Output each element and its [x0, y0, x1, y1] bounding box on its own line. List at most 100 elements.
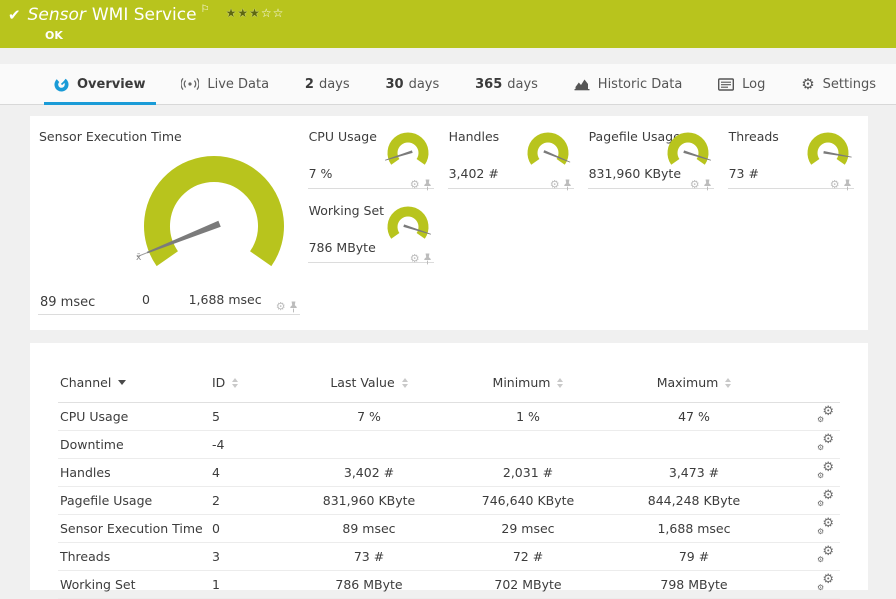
tab-log[interactable]: Log — [704, 64, 779, 104]
tab-count: 2 — [304, 76, 314, 92]
tab-settings[interactable]: ⚙ Settings — [787, 64, 890, 104]
channel-row: Working Set 1 786 MByte 702 MByte 798 MB… — [58, 570, 840, 599]
sensor-type-label: Sensor — [27, 5, 86, 25]
small-gauges-grid: CPU Usage 7 % ⚙ Handles 3,402 # ⚙ Pagefi… — [307, 124, 860, 322]
channels-table: Channel ID Last Value Minimum Maximum CP… — [58, 369, 840, 599]
channel-id: 1 — [210, 570, 294, 599]
column-header-last-value[interactable]: Last Value — [294, 369, 444, 403]
pin-icon[interactable] — [289, 301, 298, 313]
star-filled-icon[interactable]: ★ — [226, 6, 238, 20]
tab-historic-data[interactable]: Historic Data — [560, 64, 697, 104]
priority-stars[interactable]: ★★★☆☆ — [226, 5, 285, 20]
channel-minimum: 746,640 KByte — [444, 486, 612, 515]
channel-minimum: 2,031 # — [444, 458, 612, 487]
channel-maximum — [612, 430, 776, 459]
column-header-maximum[interactable]: Maximum — [612, 369, 776, 403]
pin-icon[interactable] — [843, 179, 852, 191]
star-empty-icon[interactable]: ☆ — [273, 6, 285, 20]
tab-count: 30 — [385, 76, 404, 92]
channel-last-value: 3,402 # — [294, 458, 444, 487]
tab-label: Log — [742, 76, 766, 92]
mean-marker: x̄ — [136, 253, 142, 263]
channel-settings-icon[interactable]: ⚙ ⚙ — [817, 573, 834, 592]
channel-minimum: 702 MByte — [444, 570, 612, 599]
tab-label: Historic Data — [597, 76, 683, 92]
pin-icon[interactable] — [423, 179, 432, 191]
tab-2-days[interactable]: 2 days — [291, 64, 364, 104]
column-header-id[interactable]: ID — [210, 369, 294, 403]
channels-panel: Channel ID Last Value Minimum Maximum CP… — [30, 343, 868, 599]
chart-icon — [574, 77, 590, 91]
pin-icon[interactable] — [423, 253, 432, 265]
gauge-chart[interactable] — [804, 132, 852, 176]
flag-icon[interactable]: ⚐ — [201, 4, 210, 15]
column-header-channel[interactable]: Channel — [58, 369, 210, 403]
gear-icon[interactable]: ⚙ — [830, 178, 840, 191]
gauge-value: 786 MByte — [308, 240, 376, 255]
channel-settings-icon[interactable]: ⚙ ⚙ — [817, 489, 834, 508]
gauge-value: 831,960 KByte — [588, 166, 682, 181]
sort-desc-icon — [118, 380, 127, 385]
star-filled-icon[interactable]: ★ — [249, 6, 261, 20]
sort-icon — [401, 378, 408, 388]
channel-name: Working Set — [58, 570, 210, 599]
gauge-chart[interactable] — [384, 206, 432, 250]
tab-label: Settings — [822, 76, 876, 92]
channel-row: Downtime -4 ⚙ ⚙ — [58, 430, 840, 459]
tab-overview[interactable]: Overview — [40, 64, 160, 105]
channel-row: Pagefile Usage 2 831,960 KByte 746,640 K… — [58, 486, 840, 515]
gear-icon[interactable]: ⚙ — [550, 178, 560, 191]
channel-id: 3 — [210, 542, 294, 571]
channel-last-value: 831,960 KByte — [294, 486, 444, 515]
tab-live-data[interactable]: Live Data — [167, 64, 283, 104]
channel-name: Threads — [58, 542, 210, 571]
gear-icon[interactable]: ⚙ — [690, 178, 700, 191]
channel-settings-icon[interactable]: ⚙ ⚙ — [817, 517, 834, 536]
channel-name: Handles — [58, 458, 210, 487]
gauge-chart[interactable] — [384, 132, 432, 176]
tab-label: days — [408, 76, 440, 92]
gauge-chart[interactable] — [524, 132, 572, 176]
sort-icon — [725, 378, 732, 388]
channel-settings-icon[interactable]: ⚙ ⚙ — [817, 433, 834, 452]
star-filled-icon[interactable]: ★ — [237, 6, 249, 20]
channel-id: 0 — [210, 514, 294, 543]
channel-id: 5 — [210, 402, 294, 431]
log-icon — [718, 77, 735, 91]
channel-minimum — [444, 430, 612, 459]
channel-name: Downtime — [58, 430, 210, 459]
channel-minimum: 72 # — [444, 542, 612, 571]
channel-name: CPU Usage — [58, 402, 210, 431]
star-empty-icon[interactable]: ☆ — [261, 6, 273, 20]
channel-last-value: 786 MByte — [294, 570, 444, 599]
gauge-tile: Threads 73 # ⚙ — [727, 124, 854, 191]
column-header-minimum[interactable]: Minimum — [444, 369, 612, 403]
pin-icon[interactable] — [563, 179, 572, 191]
gauge-value: 73 # — [728, 166, 759, 181]
tab-30-days[interactable]: 30 days — [372, 64, 454, 104]
pin-icon[interactable] — [703, 179, 712, 191]
channel-minimum: 1 % — [444, 402, 612, 431]
channel-name: Sensor Execution Time — [58, 514, 210, 543]
channel-maximum: 844,248 KByte — [612, 486, 776, 515]
gear-icon[interactable]: ⚙ — [410, 252, 420, 265]
channel-maximum: 1,688 msec — [612, 514, 776, 543]
primary-gauge-chart[interactable]: x̄ — [94, 142, 334, 294]
channel-settings-icon[interactable]: ⚙ ⚙ — [817, 545, 834, 564]
tab-bar: Overview Live Data 2 days 30 days 365 da… — [0, 64, 896, 105]
gauge-tile: Working Set 786 MByte ⚙ — [307, 198, 434, 265]
channel-row: Handles 4 3,402 # 2,031 # 3,473 # ⚙ ⚙ — [58, 458, 840, 487]
tab-label: days — [507, 76, 538, 92]
channel-last-value: 7 % — [294, 402, 444, 431]
channel-maximum: 798 MByte — [612, 570, 776, 599]
gear-icon[interactable]: ⚙ — [276, 300, 286, 313]
status-badge: OK — [45, 29, 63, 42]
tab-365-days[interactable]: 365 days — [461, 64, 552, 104]
channel-settings-icon[interactable]: ⚙ ⚙ — [817, 405, 834, 424]
gauge-value: 7 % — [308, 166, 333, 181]
gauges-panel: Sensor Execution Time x̄ 89 msec 0 1,688… — [30, 116, 868, 330]
channel-id: 4 — [210, 458, 294, 487]
channel-settings-icon[interactable]: ⚙ ⚙ — [817, 461, 834, 480]
gear-icon[interactable]: ⚙ — [410, 178, 420, 191]
sensor-name: WMI Service — [91, 5, 197, 25]
